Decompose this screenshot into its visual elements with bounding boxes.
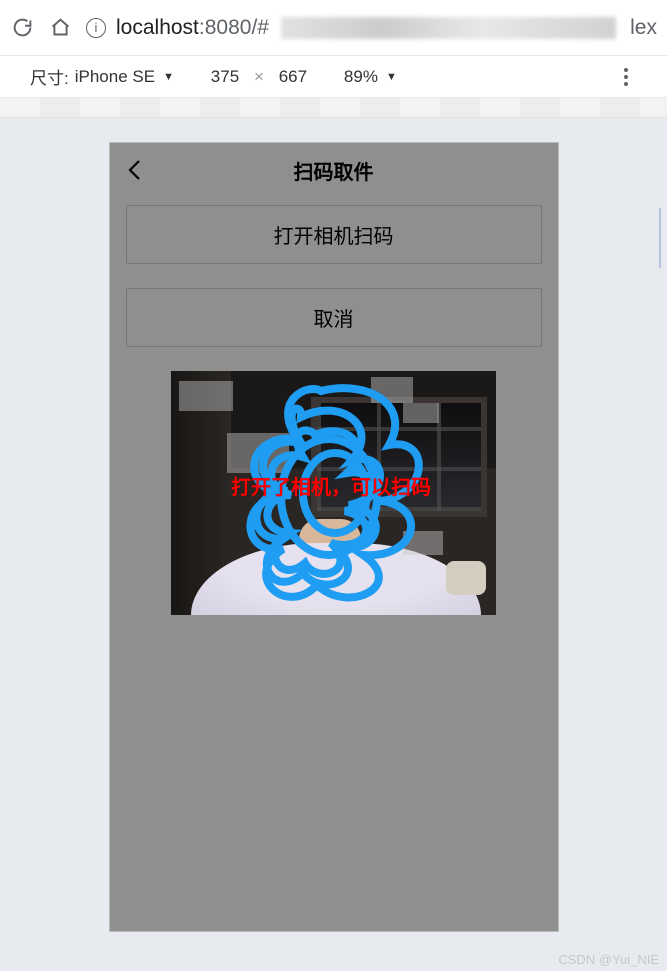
device-name: iPhone SE: [75, 67, 155, 87]
url-suffix: lex: [630, 16, 657, 40]
home-icon[interactable]: [48, 16, 72, 40]
pixelation-block: [371, 377, 413, 403]
back-icon[interactable]: [120, 155, 150, 185]
pixelation-block: [403, 403, 439, 423]
dimensions: 375 × 667: [202, 67, 316, 87]
height-input[interactable]: 667: [270, 67, 316, 87]
camera-preview: 打开了相机，可以扫码: [171, 371, 496, 615]
url-host: localhost: [116, 16, 199, 39]
camera-pillow: [446, 561, 486, 595]
stage-edge-marker: [659, 208, 667, 268]
watermark: CSDN @Yui_NIE: [558, 952, 659, 967]
pixelation-block: [403, 531, 443, 555]
address-bar[interactable]: i localhost:8080/# lex: [86, 16, 657, 40]
pixelation-block: [179, 381, 233, 411]
url-port: :8080/#: [199, 16, 269, 39]
zoom-selector[interactable]: 89% ▼: [344, 67, 397, 87]
size-label: 尺寸:: [30, 64, 69, 89]
browser-toolbar: i localhost:8080/# lex: [0, 0, 667, 56]
cancel-button[interactable]: 取消: [126, 288, 542, 347]
pixelation-block: [227, 433, 289, 473]
device-selector[interactable]: 尺寸: iPhone SE ▼: [30, 64, 174, 89]
app-body: 打开相机扫码 取消: [110, 197, 558, 623]
dimension-separator: ×: [254, 67, 264, 87]
page-title: 扫码取件: [150, 156, 518, 185]
device-stage: 扫码取件 打开相机扫码 取消: [0, 118, 667, 971]
zoom-value: 89%: [344, 67, 378, 87]
site-info-icon[interactable]: i: [86, 18, 106, 38]
app-header: 扫码取件: [110, 143, 558, 197]
width-input[interactable]: 375: [202, 67, 248, 87]
ruler-strip: [0, 98, 667, 118]
devtools-device-toolbar: 尺寸: iPhone SE ▼ 375 × 667 89% ▼: [0, 56, 667, 98]
url-redacted-path: [281, 17, 616, 39]
open-camera-button[interactable]: 打开相机扫码: [126, 205, 542, 264]
mobile-viewport: 扫码取件 打开相机扫码 取消: [109, 142, 559, 932]
reload-icon[interactable]: [10, 16, 34, 40]
chevron-down-icon: ▼: [163, 71, 174, 83]
camera-overlay-text: 打开了相机，可以扫码: [231, 471, 431, 500]
chevron-down-icon: ▼: [386, 71, 397, 83]
more-options-icon[interactable]: [615, 66, 637, 88]
